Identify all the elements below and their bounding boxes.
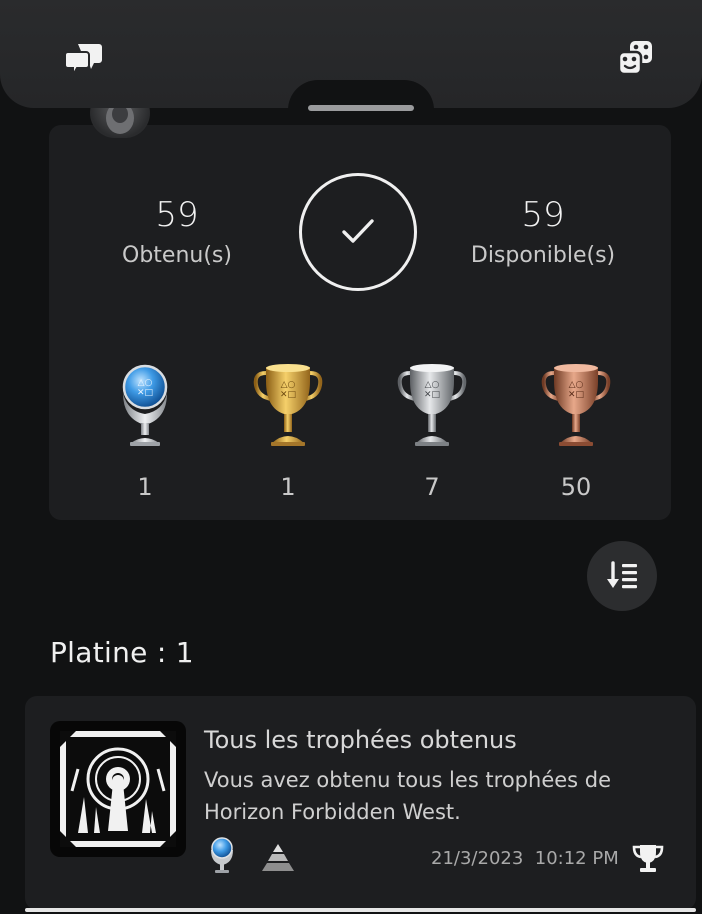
svg-text:✕□: ✕□ (280, 390, 296, 400)
trophy-artwork (50, 721, 186, 857)
trophy-icon (632, 845, 664, 872)
date-text: 21/3/2023 (431, 848, 524, 869)
rarity-pyramid-icon (262, 844, 294, 871)
available-value: 59 (521, 195, 565, 235)
available-label: Disponible(s) (470, 243, 616, 268)
top-bar-notch (288, 80, 434, 120)
silver-trophy-column[interactable]: △○ ✕□ 7 (377, 359, 487, 501)
earned-label: Obtenu(s) (122, 243, 232, 268)
bronze-trophy-column[interactable]: △○ ✕□ 50 (521, 359, 631, 501)
platinum-mini-icon (211, 837, 233, 873)
available-count: 59 Disponible(s) (443, 195, 643, 271)
platinum-count: 1 (137, 473, 153, 501)
gold-trophy-column[interactable]: △○ ✕□ 1 (233, 359, 343, 501)
silver-trophy-icon: △○ ✕□ (397, 364, 467, 446)
svg-text:△○: △○ (281, 380, 296, 390)
time-text: 10:12 PM (534, 848, 619, 869)
completion-check-icon (299, 173, 417, 291)
trophy-summary-card: 59 Obtenu(s) 59 Disponible(s) △○ ✕□ 1 △○… (49, 125, 671, 520)
silver-count: 7 (424, 473, 440, 501)
trophy-title: Tous les trophées obtenus (204, 726, 517, 754)
gold-count: 1 (280, 473, 296, 501)
drag-handle[interactable] (308, 105, 414, 111)
sort-icon (607, 561, 637, 589)
earned-value: 59 (155, 195, 199, 235)
gold-trophy-icon: △○ ✕□ (253, 364, 323, 446)
svg-text:△○: △○ (569, 380, 584, 390)
bronze-count: 50 (560, 473, 592, 501)
svg-text:✕□: ✕□ (424, 390, 440, 400)
bronze-trophy-icon: △○ ✕□ (541, 364, 611, 446)
list-item-divider (25, 908, 696, 912)
trophy-earned-date: 21/3/2023 10:12 PM (431, 848, 619, 869)
earned-count: 59 Obtenu(s) (77, 195, 277, 271)
platinum-trophy-column[interactable]: △○ ✕□ 1 (90, 359, 200, 501)
section-title: Platine : 1 (50, 636, 194, 669)
trophy-list-item[interactable]: Tous les trophées obtenus Vous avez obte… (25, 696, 696, 910)
svg-text:✕□: ✕□ (568, 390, 584, 400)
svg-text:✕□: ✕□ (137, 388, 153, 398)
game-dice-icon[interactable] (616, 38, 656, 78)
svg-text:△○: △○ (138, 378, 153, 388)
platinum-trophy-icon: △○ ✕□ (122, 364, 168, 446)
sort-button[interactable] (587, 541, 657, 611)
trophy-description: Vous avez obtenu tous les trophées de Ho… (204, 768, 612, 824)
svg-text:△○: △○ (425, 380, 440, 390)
chat-bubbles-icon[interactable] (64, 38, 104, 79)
